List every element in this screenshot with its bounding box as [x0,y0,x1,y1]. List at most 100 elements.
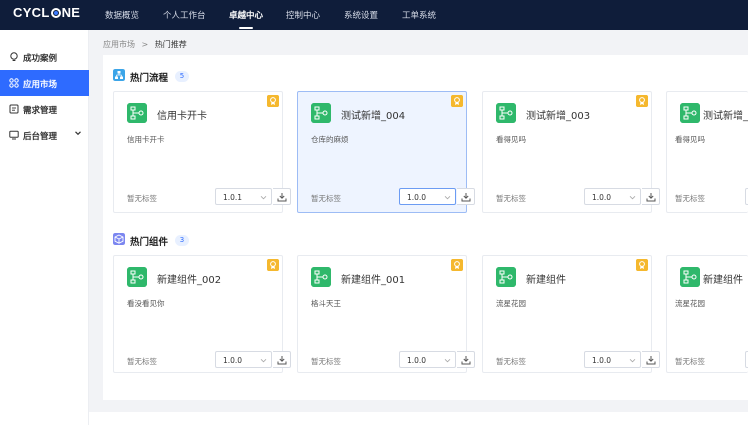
version-value: 1.0.0 [223,356,243,365]
sidebar-item-label: 应用市场 [23,80,58,90]
card-title: 测试新增_ [703,111,748,122]
card-description: 看得见吗 [675,135,705,144]
card-title: 新建组件 [703,275,743,286]
flow-card[interactable]: 测试新增_004 仓库的麻烦 暂无标签 1.0.0 [297,91,475,213]
card-title: 新建组件 [526,275,566,286]
version-select[interactable]: 1.0.1 [215,188,272,205]
download-icon [277,193,287,202]
sidebar-item-label: 成功案例 [23,54,58,64]
version-select[interactable]: 1.0.0 [584,351,641,368]
version-select[interactable]: 1.0.0 [584,188,641,205]
logo-o-icon [50,8,61,18]
nav-item-personal-workbench[interactable]: 个人工作台 [163,9,206,21]
download-icon [461,356,471,365]
sidebar-item-backend-management[interactable]: 后台管理 [0,122,89,148]
monitor-icon [9,130,19,140]
chevron-down-icon [444,195,451,200]
clipboard-icon [9,104,19,114]
breadcrumb: 应用市场 > 热门推荐 [103,39,187,50]
nav-item-system-settings[interactable]: 系统设置 [344,9,378,21]
nav-active-indicator [239,27,253,29]
section-count-badge: 3 [175,235,189,246]
card-title: 测试新增_003 [526,111,591,122]
card-description: 流星花园 [496,299,526,308]
flow-diagram-icon [311,267,331,287]
download-button[interactable] [642,351,660,368]
section-title-hot-flows: 热门流程 [130,73,169,84]
card-tag: 暂无标签 [311,357,341,366]
version-select[interactable]: 1.0.0 [215,351,272,368]
chevron-down-icon [629,358,636,363]
version-select[interactable]: 1.0.0 [399,188,456,205]
card-title: 信用卡开卡 [157,111,207,122]
chevron-down-icon [260,358,267,363]
flow-card[interactable]: 测试新增_003 看得见吗 暂无标签 1.0.0 [482,91,660,213]
download-button[interactable] [457,188,475,205]
download-icon [277,356,287,365]
download-icon [646,193,656,202]
card-tag: 暂无标签 [496,357,526,366]
card-description: 信用卡开卡 [127,135,165,144]
version-select[interactable]: 1.0.0 [399,351,456,368]
sidebar-item-app-market[interactable]: 应用市场 [0,70,89,96]
sidebar-item-label: 需求管理 [23,106,58,116]
award-badge-icon [636,95,648,107]
award-badge-icon [451,95,463,107]
download-button[interactable] [273,351,291,368]
top-navigation-bar: CYCL NE 数据概览 个人工作台 卓越中心 控制中心 系统设置 工单系统 [0,0,748,30]
nav-item-ticket-system[interactable]: 工单系统 [402,9,436,21]
lightbulb-icon [10,52,18,61]
flow-card-partial[interactable]: 测试新增_ 看得见吗 暂无标签 [666,91,748,213]
flow-card[interactable]: 信用卡开卡 信用卡开卡 暂无标签 1.0.1 [113,91,291,213]
chevron-down-icon [260,195,267,200]
breadcrumb-root[interactable]: 应用市场 [103,40,135,49]
download-button[interactable] [457,351,475,368]
version-value: 1.0.0 [407,193,427,202]
component-card[interactable]: 新建组件 流星花园 暂无标签 1.0.0 [482,255,660,373]
card-description: 仓库的麻烦 [311,135,349,144]
version-value: 1.0.0 [592,193,612,202]
card-tag: 暂无标签 [127,194,157,203]
version-value: 1.0.1 [223,193,243,202]
sidebar-item-requirements[interactable]: 需求管理 [0,96,89,122]
breadcrumb-separator: > [141,40,149,49]
version-value: 1.0.0 [592,356,612,365]
card-title: 新建组件_002 [157,275,222,286]
section-count-badge: 5 [175,71,189,82]
chevron-down-icon[interactable] [74,129,82,137]
version-value: 1.0.0 [407,356,427,365]
sidebar-item-label: 后台管理 [23,132,58,142]
flow-diagram-icon [127,267,147,287]
card-tag: 暂无标签 [675,194,705,203]
chevron-down-icon [444,358,451,363]
download-icon [461,193,471,202]
logo[interactable]: CYCL NE [13,5,80,20]
apps-grid-icon [9,78,19,88]
award-badge-icon [267,95,279,107]
flow-section-icon [113,69,125,81]
sidebar-item-success-cases[interactable]: 成功案例 [0,44,89,70]
card-tag: 暂无标签 [675,357,705,366]
nav-item-data-overview[interactable]: 数据概览 [105,9,139,21]
nav-item-control-center[interactable]: 控制中心 [286,9,320,21]
sidebar: 成功案例 应用市场 需求管理 后台管理 [0,30,89,425]
card-description: 流星花园 [675,299,705,308]
component-section-icon [113,233,125,245]
flow-diagram-icon [496,267,516,287]
download-icon [646,356,656,365]
card-tag: 暂无标签 [127,357,157,366]
flow-diagram-icon [680,267,700,287]
breadcrumb-current: 热门推荐 [154,40,187,49]
card-title: 测试新增_004 [341,111,406,122]
component-card[interactable]: 新建组件_001 格斗天王 暂无标签 1.0.0 [297,255,475,373]
flow-diagram-icon [127,103,147,123]
flow-diagram-icon [680,103,700,123]
award-badge-icon [267,259,279,271]
download-button[interactable] [273,188,291,205]
card-tag: 暂无标签 [496,194,526,203]
component-card-partial[interactable]: 新建组件 流星花园 暂无标签 [666,255,748,373]
component-card[interactable]: 新建组件_002 看没看见你 暂无标签 1.0.0 [113,255,291,373]
download-button[interactable] [642,188,660,205]
award-badge-icon [636,259,648,271]
nav-item-excellence-center[interactable]: 卓越中心 [229,9,263,21]
